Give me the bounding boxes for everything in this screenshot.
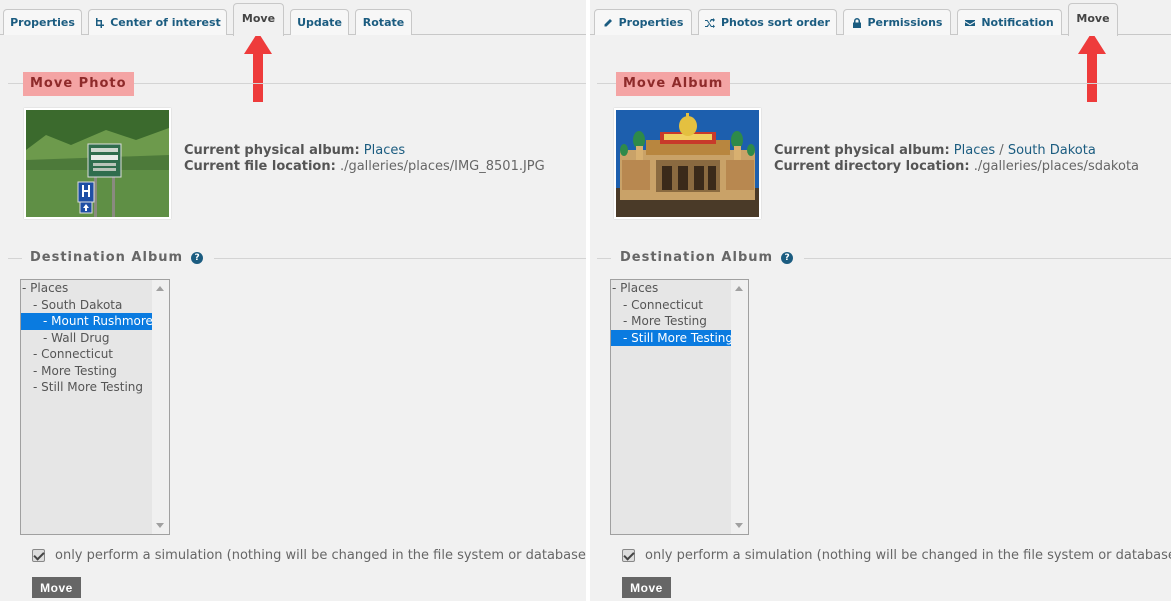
tab-properties[interactable]: Properties: [3, 9, 82, 35]
simulation-option: only perform a simulation (nothing will …: [32, 548, 591, 563]
dest-divider-left: [597, 258, 611, 259]
photo-edit-panel: Properties Center of interest Move Updat…: [0, 0, 591, 601]
album-option[interactable]: - More Testing: [21, 363, 153, 380]
listbox-scrollbar[interactable]: [152, 280, 169, 534]
location-value: ./galleries/places/IMG_8501.JPG: [339, 159, 545, 174]
album-option[interactable]: - More Testing: [611, 313, 732, 330]
envelope-icon: [965, 19, 976, 26]
album-label: Current physical album:: [184, 143, 360, 158]
destination-album-label: Destination Album: [620, 250, 774, 265]
lock-icon: [852, 17, 861, 28]
tab-permissions[interactable]: Permissions: [843, 9, 951, 35]
tab-move[interactable]: Move: [233, 3, 284, 36]
tab-label: Update: [297, 16, 342, 29]
album-link-places[interactable]: Places: [954, 143, 995, 158]
dest-divider-right: [214, 258, 586, 259]
location-value: ./galleries/places/sdakota: [973, 159, 1140, 174]
destination-album-listbox[interactable]: - Places - Connecticut - More Testing - …: [610, 279, 749, 535]
album-option[interactable]: - Connecticut: [21, 346, 153, 363]
scroll-up-icon[interactable]: [735, 286, 743, 291]
album-option-selected[interactable]: - Mount Rushmore: [21, 313, 153, 330]
tab-bar: Properties Center of interest Move Updat…: [0, 0, 586, 36]
dest-divider-right: [804, 258, 1171, 259]
simulation-label: only perform a simulation (nothing will …: [645, 548, 1171, 563]
tab-label: Notification: [981, 16, 1054, 29]
move-button[interactable]: Move: [32, 577, 81, 598]
tab-label: Properties: [618, 16, 684, 29]
destination-album-listbox[interactable]: - Places - South Dakota - Mount Rushmore…: [20, 279, 170, 535]
simulation-checkbox[interactable]: [622, 549, 635, 562]
help-icon[interactable]: ?: [781, 252, 794, 264]
album-option[interactable]: - Places: [611, 280, 732, 297]
red-arrow-indicator: [244, 32, 272, 102]
album-link-south-dakota[interactable]: South Dakota: [1008, 143, 1096, 158]
tab-notification[interactable]: Notification: [957, 9, 1062, 35]
simulation-option: only perform a simulation (nothing will …: [622, 548, 1171, 563]
red-arrow-indicator: [1078, 32, 1106, 102]
album-option[interactable]: - Still More Testing: [21, 379, 153, 396]
section-title: Move Album: [616, 72, 731, 96]
location-label: Current file location:: [184, 159, 336, 174]
help-icon[interactable]: ?: [191, 252, 204, 264]
scroll-down-icon[interactable]: [735, 523, 743, 528]
album-option[interactable]: - Connecticut: [611, 297, 732, 314]
album-edit-panel: Properties Photos sort order Permissions…: [590, 0, 1171, 601]
tab-center-of-interest[interactable]: Center of interest: [88, 9, 227, 35]
tab-photos-sort-order[interactable]: Photos sort order: [698, 9, 837, 35]
album-option[interactable]: - South Dakota: [21, 297, 153, 314]
simulation-checkbox[interactable]: [32, 549, 45, 562]
album-option-selected[interactable]: - Still More Testing: [611, 329, 733, 346]
listbox-scrollbar[interactable]: [731, 280, 748, 534]
album-label: Current physical album:: [774, 143, 950, 158]
pencil-icon: [604, 18, 612, 26]
album-thumbnail: [614, 108, 761, 219]
tab-rotate[interactable]: Rotate: [355, 9, 412, 35]
tab-bar: Properties Photos sort order Permissions…: [590, 0, 1171, 36]
album-options: - Places - Connecticut - More Testing - …: [611, 280, 733, 346]
stamford-sign-image: [26, 110, 169, 217]
scroll-down-icon[interactable]: [156, 523, 164, 528]
move-button[interactable]: Move: [622, 577, 671, 598]
tab-label: Rotate: [362, 16, 405, 29]
destination-album-label: Destination Album: [30, 250, 184, 265]
photo-thumbnail: [24, 108, 171, 219]
corn-palace-image: [616, 110, 759, 217]
album-options: - Places - South Dakota - Mount Rushmore…: [21, 280, 153, 396]
tab-label: Move: [1076, 12, 1110, 25]
tab-label: Properties: [10, 16, 75, 29]
tab-label: Permissions: [867, 16, 943, 29]
dest-divider-left: [8, 258, 22, 259]
tab-move[interactable]: Move: [1068, 3, 1118, 36]
crop-icon: [96, 17, 105, 28]
album-link-places[interactable]: Places: [364, 143, 405, 158]
album-option[interactable]: - Places: [21, 280, 153, 297]
album-path-separator: /: [999, 143, 1004, 158]
scroll-up-icon[interactable]: [156, 286, 164, 291]
tab-label: Center of interest: [110, 16, 221, 29]
photo-info: Current physical album: Places Current f…: [184, 143, 545, 175]
simulation-label: only perform a simulation (nothing will …: [55, 548, 591, 563]
section-title: Move Photo: [23, 72, 134, 96]
destination-album-heading: Destination Album?: [620, 250, 794, 265]
album-option[interactable]: - Wall Drug: [21, 330, 153, 347]
tab-label: Move: [241, 12, 276, 25]
tab-label: Photos sort order: [720, 16, 830, 29]
shuffle-icon: [704, 17, 715, 28]
location-label: Current directory location:: [774, 159, 970, 174]
tab-update[interactable]: Update: [290, 9, 349, 35]
tab-properties[interactable]: Properties: [594, 9, 692, 35]
destination-album-heading: Destination Album?: [30, 250, 204, 265]
album-info: Current physical album: Places / South D…: [774, 143, 1139, 175]
